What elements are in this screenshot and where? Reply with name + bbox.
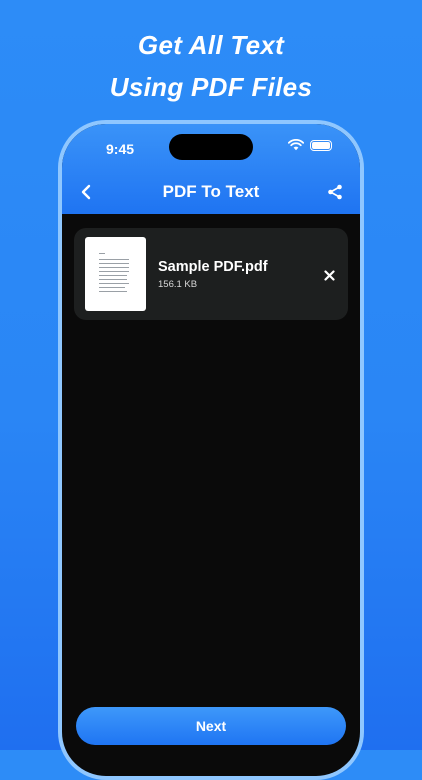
phone-frame: 9:45 PDF To Text Sample PDF.pdf 156.1 KB… (58, 120, 364, 780)
dynamic-island (169, 134, 253, 160)
page-title: PDF To Text (162, 182, 260, 201)
promo-headline-line-1: Get All Text (137, 30, 285, 60)
status-icons (288, 139, 332, 151)
file-size: 156.1 KB (158, 279, 198, 290)
file-name: Sample PDF.pdf (158, 259, 268, 275)
battery-icon (310, 139, 332, 151)
promo-headline-line-2: Using PDF Files (109, 72, 313, 102)
navigation-bar: 9:45 PDF To Text (62, 124, 360, 214)
pdf-thumbnail (85, 237, 146, 311)
next-button[interactable]: Next (76, 707, 346, 745)
wifi-icon (288, 139, 304, 151)
file-card[interactable]: Sample PDF.pdf 156.1 KB (74, 228, 348, 320)
close-icon (323, 269, 335, 281)
share-icon (328, 184, 342, 200)
status-time: 9:45 (106, 141, 135, 157)
phone-screen: 9:45 PDF To Text Sample PDF.pdf 156.1 KB… (62, 124, 360, 776)
share-button[interactable] (324, 180, 346, 204)
remove-file-button[interactable] (320, 266, 338, 284)
